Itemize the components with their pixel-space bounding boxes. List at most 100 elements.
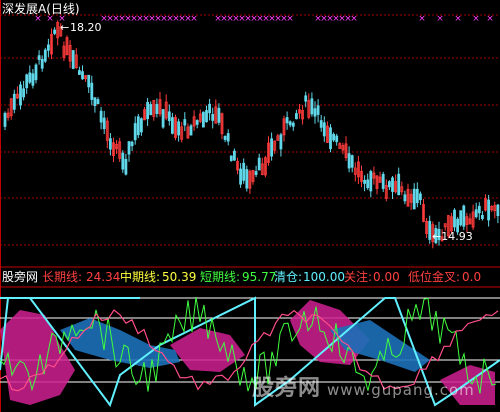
candle-body (109, 138, 112, 150)
short-line-value: 95.77 (242, 270, 277, 284)
candle-body (304, 95, 308, 102)
candle-body (96, 99, 100, 105)
candle-body (99, 110, 103, 123)
candle-body (418, 193, 422, 201)
candle-body (403, 194, 407, 202)
candle-body (217, 107, 221, 123)
candle-body (477, 205, 481, 214)
candle-body (195, 120, 199, 125)
candle-body (170, 117, 174, 134)
candle-body (25, 74, 29, 89)
candle-body (322, 122, 326, 137)
candle-body (133, 123, 137, 141)
watermark: 股旁网 www.gupang.com (252, 370, 475, 402)
mid-line-label: 中期线: (120, 270, 161, 284)
watermark-url: www.gupang.com (327, 381, 475, 399)
candle-body (310, 98, 314, 115)
candle-body (136, 116, 140, 136)
candle-body (28, 72, 32, 83)
short-line-label: 短期线: (200, 270, 241, 284)
candle-body (223, 135, 227, 140)
indicator-legend-bar: 股旁网 长期线: 24.34 中期线: 50.39 短期线: 95.77 清仓:… (0, 269, 500, 285)
candle-body (387, 181, 391, 188)
candle-body (31, 73, 35, 86)
candle-body (313, 108, 317, 117)
candle-body (397, 173, 401, 196)
candle-body (459, 210, 463, 226)
candle-body (71, 50, 75, 69)
mid-line-value: 50.39 (162, 270, 197, 284)
candle-body (19, 84, 22, 106)
candle-body (149, 104, 153, 116)
candle-body (121, 152, 125, 170)
candle-body (177, 121, 181, 136)
candle-body (146, 101, 150, 120)
candle-body (329, 127, 332, 150)
candle-body (161, 109, 165, 128)
candle-body (229, 155, 233, 161)
candle-body (487, 199, 491, 221)
candle-body (453, 209, 456, 228)
candle-body (245, 169, 249, 189)
candle-body (87, 74, 91, 88)
candle-body (53, 29, 56, 34)
candle-body (208, 103, 212, 114)
candle-body (211, 114, 215, 121)
candle-body (257, 157, 261, 171)
candle-body (78, 70, 81, 75)
candle-body (43, 49, 47, 62)
candle-body (183, 119, 187, 126)
watch-value: 0.00 (373, 270, 400, 284)
candle-body (496, 204, 500, 217)
candle-body (412, 188, 416, 210)
candle-body (474, 209, 478, 218)
candle-body (369, 171, 373, 192)
candle-body (279, 134, 283, 150)
candle-body (428, 220, 432, 240)
candle-body (81, 71, 84, 80)
candle-body (124, 158, 128, 175)
high-price-label: 18.20 (70, 21, 102, 34)
candle-body (34, 64, 38, 81)
clear-value: 100.00 (303, 270, 345, 284)
signal-marker: × (472, 14, 480, 24)
signal-marker: × (486, 14, 494, 24)
low-price-label: ←14.93 (432, 230, 473, 243)
long-line-value: 24.34 (86, 270, 121, 284)
candle-body (462, 205, 466, 227)
low-golden-cross-label: 低位金叉: (408, 270, 461, 284)
candle-body (232, 150, 236, 161)
chart-title: 深发展A(日线) (2, 2, 80, 16)
long-line-label: 长期线: (42, 270, 83, 284)
low-golden-cross-value: 0.0 (462, 270, 482, 284)
candle-body (335, 135, 339, 143)
candle-body (270, 138, 274, 157)
candle-body (366, 179, 370, 189)
candle-body (480, 214, 484, 219)
candle-body (12, 93, 16, 110)
candle-body (239, 168, 243, 185)
candle-body (332, 133, 336, 141)
candle-body (201, 111, 205, 128)
candle-body (155, 103, 159, 114)
candle-body (350, 155, 354, 168)
candle-body (242, 162, 246, 181)
candle-body (294, 113, 298, 120)
watch-label: 关注: (344, 270, 373, 284)
candle-body (226, 133, 230, 142)
candle-body (127, 141, 131, 155)
short-line-fill (0, 310, 75, 405)
signal-marker: × (436, 14, 444, 24)
candle-body (130, 141, 134, 147)
candle-body (139, 118, 143, 133)
signal-marker: × (286, 14, 294, 24)
candle-body (167, 111, 171, 122)
chart-canvas[interactable]: ×××××××××××××××× ××××××××××××× ×××××××× × × ×… (0, 0, 500, 412)
signal-marker: × (190, 14, 198, 24)
candle-body (254, 171, 258, 175)
candle-body (3, 112, 7, 127)
candle-body (102, 117, 106, 130)
signal-marker: × (454, 14, 462, 24)
candle-body (363, 179, 367, 184)
candle-body (316, 105, 320, 115)
